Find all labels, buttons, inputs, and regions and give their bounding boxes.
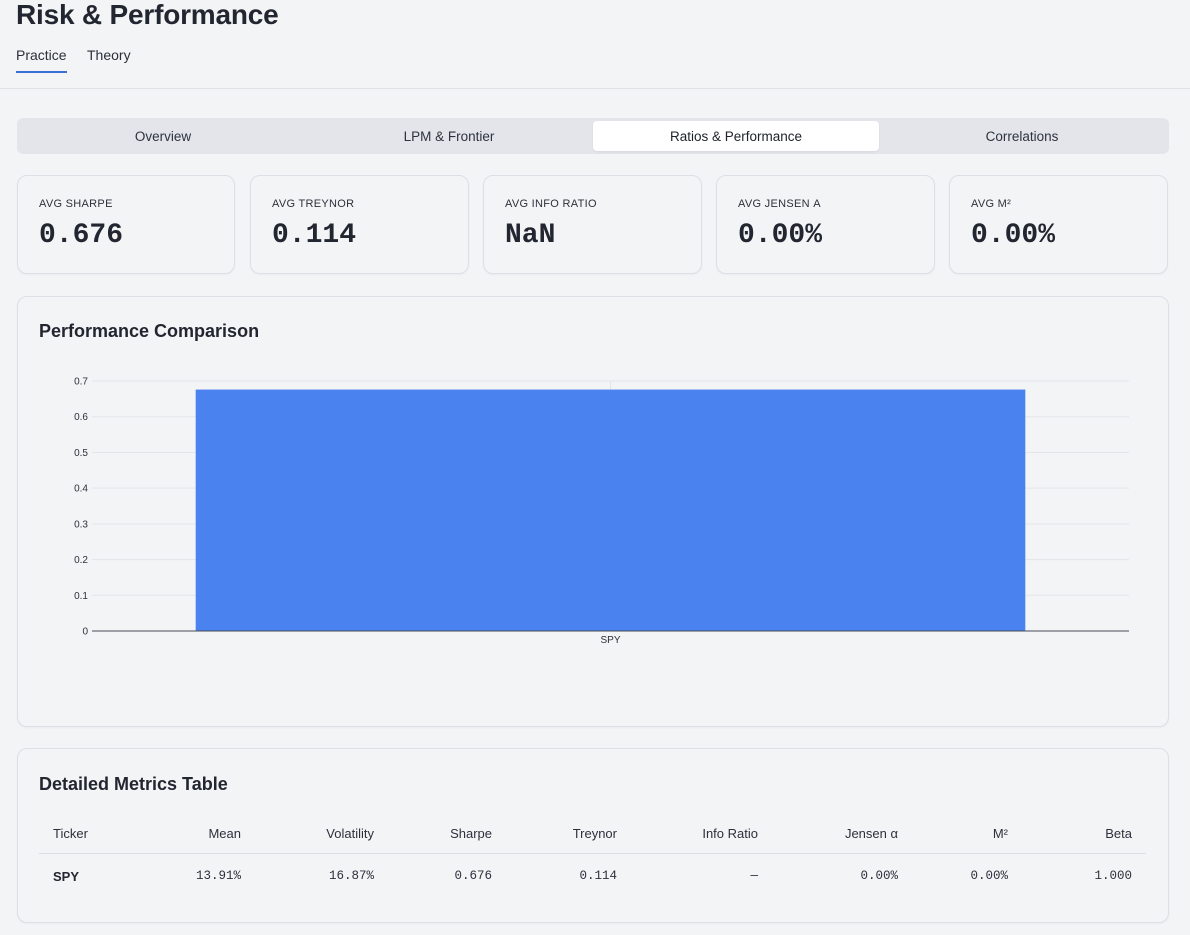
column-header-m2: M² xyxy=(912,815,1022,854)
tab-theory[interactable]: Theory xyxy=(87,47,131,71)
performance-chart: 0 0.1 0.2 0.3 0.4 0.5 0.6 0.7 SPY xyxy=(74,377,1129,646)
column-header-volatility: Volatility xyxy=(255,815,388,854)
kpi-card-sharpe: AVG SHARPE 0.676 xyxy=(17,175,235,274)
column-header-jensen-alpha: Jensen α xyxy=(772,815,912,854)
cell-volatility: 16.87% xyxy=(328,869,374,884)
y-tick-label: 0.4 xyxy=(74,484,88,495)
column-header-mean: Mean xyxy=(149,815,255,854)
bar xyxy=(195,389,1026,631)
column-header-ticker: Ticker xyxy=(39,815,149,854)
cell-sharpe: 0.676 xyxy=(454,869,492,884)
cell-info-ratio: — xyxy=(750,869,758,884)
kpi-value: NaN xyxy=(505,220,556,251)
y-tick-label: 0.3 xyxy=(74,519,88,530)
column-header-info-ratio: Info Ratio xyxy=(631,815,772,854)
page-title: Risk & Performance xyxy=(16,0,279,30)
tab-ratios-performance[interactable]: Ratios & Performance xyxy=(593,121,879,151)
kpi-label: AVG TREYNOR xyxy=(272,198,355,210)
x-tick-label: SPY xyxy=(600,635,620,646)
cell-jensen-alpha: 0.00% xyxy=(860,869,898,884)
tab-overview[interactable]: Overview xyxy=(20,121,306,151)
y-tick-label: 0.5 xyxy=(74,448,88,459)
cell-beta: 1.000 xyxy=(1094,869,1132,884)
kpi-label: AVG M² xyxy=(971,198,1012,210)
cell-ticker: SPY xyxy=(53,868,80,884)
column-header-sharpe: Sharpe xyxy=(388,815,506,854)
y-tick-label: 0.6 xyxy=(74,412,88,423)
table-header-row: Ticker Mean Volatility Sharpe Treynor In… xyxy=(39,815,1146,854)
y-tick-label: 0.7 xyxy=(74,377,88,388)
kpi-label: AVG SHARPE xyxy=(39,198,113,210)
column-header-treynor: Treynor xyxy=(506,815,631,854)
metrics-table: Ticker Mean Volatility Sharpe Treynor In… xyxy=(39,815,1146,899)
kpi-card-jensen-alpha: AVG JENSEN Α 0.00% xyxy=(716,175,935,274)
tab-lpm-frontier[interactable]: LPM & Frontier xyxy=(306,121,592,151)
page-header: Risk & Performance Practice Theory xyxy=(0,0,1190,89)
kpi-value: 0.00% xyxy=(738,220,823,251)
kpi-card-info-ratio: AVG INFO RATIO NaN xyxy=(483,175,702,274)
kpi-card-m2: AVG M² 0.00% xyxy=(949,175,1168,274)
y-tick-label: 0.2 xyxy=(74,555,88,566)
kpi-label: AVG INFO RATIO xyxy=(505,198,597,210)
tab-correlations[interactable]: Correlations xyxy=(879,121,1165,151)
cell-mean: 13.91% xyxy=(195,869,241,884)
kpi-value: 0.00% xyxy=(971,220,1056,251)
performance-card: Performance Comparison 0 0.1 0.2 0.3 0.4 0.5 0… xyxy=(17,296,1169,727)
table-row: SPY 13.91% 16.87% 0.676 0.114 — 0.00% 0.… xyxy=(39,853,1146,899)
cell-treynor: 0.114 xyxy=(579,869,617,884)
kpi-value: 0.676 xyxy=(39,220,124,251)
kpi-label: AVG JENSEN Α xyxy=(738,198,821,210)
section-tabs: Overview LPM & Frontier Ratios & Perform… xyxy=(17,118,1169,154)
y-tick-label: 0 xyxy=(82,627,88,638)
table-title: Detailed Metrics Table xyxy=(39,774,228,794)
y-tick-label: 0.1 xyxy=(74,591,88,602)
tab-practice[interactable]: Practice xyxy=(16,47,67,73)
kpi-card-treynor: AVG TREYNOR 0.114 xyxy=(250,175,469,274)
metrics-card: Detailed Metrics Table Ticker Mean Volat… xyxy=(17,748,1169,923)
kpi-value: 0.114 xyxy=(272,220,357,251)
cell-m2: 0.00% xyxy=(970,869,1008,884)
column-header-beta: Beta xyxy=(1022,815,1146,854)
